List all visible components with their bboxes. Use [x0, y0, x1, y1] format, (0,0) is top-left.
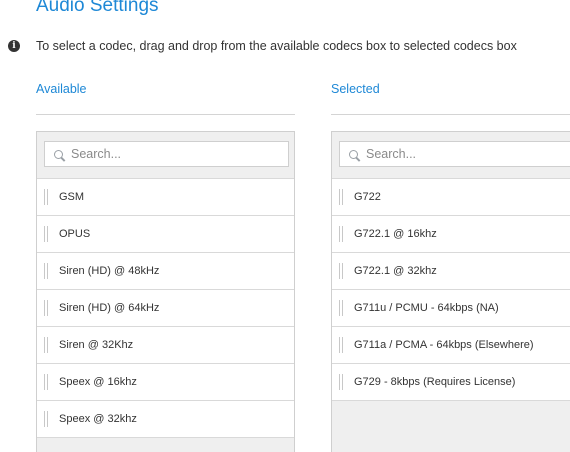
selected-codec-item[interactable]: G711u / PCMU - 64kbps (NA)	[332, 289, 570, 326]
available-codec-item[interactable]: Speex @ 32khz	[37, 400, 294, 438]
audio-settings-page: Audio Settings i To select a codec, drag…	[0, 0, 570, 452]
info-icon: i	[8, 40, 20, 52]
search-icon	[54, 149, 63, 159]
page-title: Audio Settings	[36, 0, 159, 16]
codec-label: G711u / PCMU - 64kbps (NA)	[354, 302, 499, 314]
available-search-input[interactable]	[71, 147, 271, 161]
drag-handle-icon[interactable]	[339, 300, 343, 316]
drag-handle-icon[interactable]	[44, 189, 48, 205]
drag-handle-icon[interactable]	[44, 263, 48, 279]
selected-codecs-label: Selected	[331, 82, 380, 96]
selected-codec-item[interactable]: G729 - 8kbps (Requires License)	[332, 363, 570, 401]
drag-handle-icon[interactable]	[44, 374, 48, 390]
drag-handle-icon[interactable]	[44, 226, 48, 242]
codec-label: G722	[354, 191, 381, 203]
selected-search-box[interactable]	[339, 141, 570, 167]
search-icon	[349, 149, 358, 159]
available-codec-item[interactable]: Siren (HD) @ 64kHz	[37, 289, 294, 326]
codec-label: G711a / PCMA - 64kbps (Elsewhere)	[354, 339, 534, 351]
available-codec-item[interactable]: Siren (HD) @ 48kHz	[37, 252, 294, 289]
codec-label: Speex @ 16khz	[59, 376, 137, 388]
codec-label: Siren (HD) @ 48kHz	[59, 265, 160, 277]
available-codec-item[interactable]: OPUS	[37, 215, 294, 252]
drag-handle-icon[interactable]	[44, 337, 48, 353]
available-codec-item[interactable]: GSM	[37, 178, 294, 215]
selected-codec-item[interactable]: G722	[332, 178, 570, 215]
available-codec-item[interactable]: Speex @ 16khz	[37, 363, 294, 400]
drag-handle-icon[interactable]	[339, 337, 343, 353]
available-codecs-panel: GSM OPUS Siren (HD) @ 48kHz Siren (HD) @…	[36, 131, 295, 452]
available-codecs-list: GSM OPUS Siren (HD) @ 48kHz Siren (HD) @…	[37, 178, 294, 438]
selected-codec-item[interactable]: G722.1 @ 16khz	[332, 215, 570, 252]
selected-divider	[331, 114, 570, 115]
drag-handle-icon[interactable]	[339, 263, 343, 279]
codec-label: G722.1 @ 32khz	[354, 265, 437, 277]
instructions-text: To select a codec, drag and drop from th…	[36, 39, 517, 53]
available-codecs-label: Available	[36, 82, 87, 96]
codec-label: Speex @ 32khz	[59, 413, 137, 425]
codec-label: Siren @ 32Khz	[59, 339, 134, 351]
codec-label: GSM	[59, 191, 85, 203]
available-divider	[36, 114, 295, 115]
codec-label: G729 - 8kbps (Requires License)	[354, 376, 516, 388]
drag-handle-icon[interactable]	[44, 411, 48, 427]
codec-label: OPUS	[59, 228, 91, 240]
drag-handle-icon[interactable]	[339, 226, 343, 242]
codec-label: G722.1 @ 16khz	[354, 228, 437, 240]
selected-codec-item[interactable]: G711a / PCMA - 64kbps (Elsewhere)	[332, 326, 570, 363]
drag-handle-icon[interactable]	[339, 374, 343, 390]
selected-search-input[interactable]	[366, 147, 566, 161]
selected-codec-item[interactable]: G722.1 @ 32khz	[332, 252, 570, 289]
selected-codecs-panel: G722 G722.1 @ 16khz G722.1 @ 32khz G711u…	[331, 131, 570, 452]
codec-label: Siren (HD) @ 64kHz	[59, 302, 160, 314]
drag-handle-icon[interactable]	[44, 300, 48, 316]
drag-handle-icon[interactable]	[339, 189, 343, 205]
available-search-box[interactable]	[44, 141, 289, 167]
available-codec-item[interactable]: Siren @ 32Khz	[37, 326, 294, 363]
instructions-row: i To select a codec, drag and drop from …	[8, 39, 517, 53]
selected-codecs-list: G722 G722.1 @ 16khz G722.1 @ 32khz G711u…	[332, 178, 570, 401]
